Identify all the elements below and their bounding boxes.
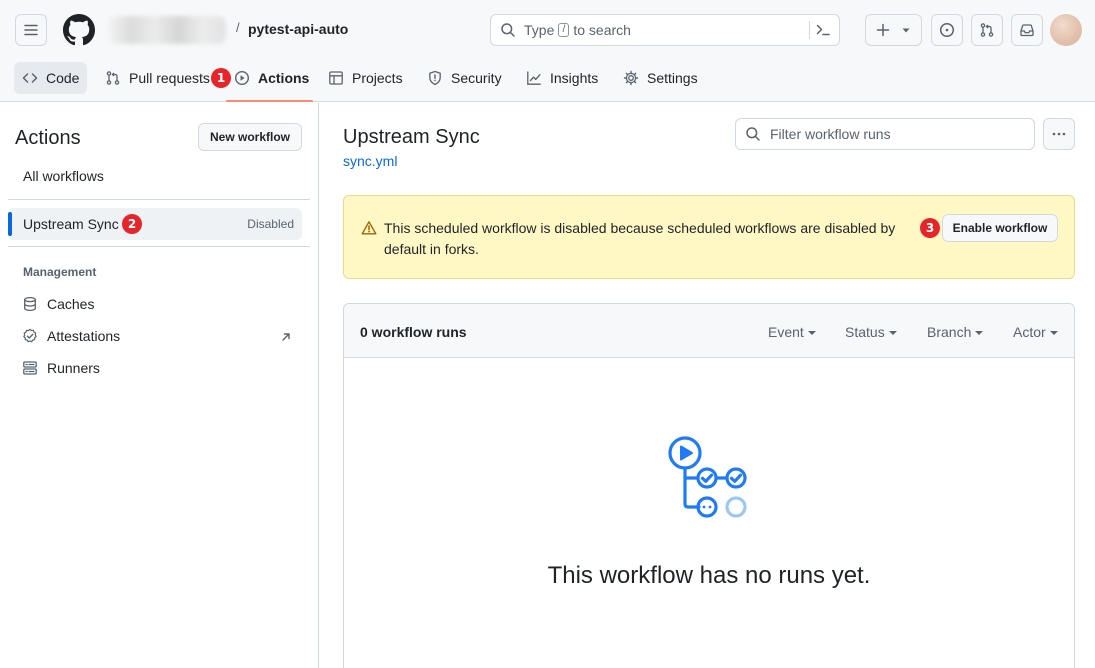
graph-icon xyxy=(527,71,541,85)
tab-actions-label: Actions xyxy=(258,70,310,86)
sidebar-item-label: Attestations xyxy=(47,328,121,344)
disabled-workflow-flash: This scheduled workflow is disabled beca… xyxy=(343,195,1075,279)
notifications-button[interactable] xyxy=(1011,14,1043,46)
sidebar-title: Actions xyxy=(15,127,81,149)
active-tab-underline xyxy=(226,100,313,102)
workflow-runs-panel: 0 workflow runs Event Status Branch Acto… xyxy=(343,303,1075,668)
tab-code-label: Code xyxy=(46,70,80,86)
search-icon xyxy=(746,127,760,141)
caret-down-icon xyxy=(807,331,816,335)
alert-triangle-icon xyxy=(361,221,377,235)
status-filter-dropdown[interactable]: Status xyxy=(845,324,897,340)
tab-pull-requests[interactable]: Pull requests xyxy=(97,62,218,94)
shield-icon xyxy=(429,70,441,86)
slash-key-hint: / xyxy=(558,23,570,37)
sidebar-item-label: Runners xyxy=(47,360,100,376)
event-filter-dropdown[interactable]: Event xyxy=(768,324,816,340)
repo-name-link[interactable]: pytest-api-auto xyxy=(248,21,348,37)
sidebar-item-label: Caches xyxy=(47,296,95,312)
caret-down-icon xyxy=(975,331,984,335)
tab-pull-requests-label: Pull requests xyxy=(129,70,210,86)
external-link-arrow-icon xyxy=(282,333,290,341)
hamburger-icon xyxy=(24,24,38,36)
verified-icon xyxy=(23,328,37,343)
workflow-runs-header: 0 workflow runs Event Status Branch Acto… xyxy=(344,304,1074,358)
management-heading: Management xyxy=(23,265,97,279)
play-icon xyxy=(234,70,250,86)
flash-message: This scheduled workflow is disabled beca… xyxy=(384,220,896,257)
top-bar: / pytest-api-auto Type / to search xyxy=(0,0,1095,60)
filter-placeholder: Filter workflow runs xyxy=(770,126,891,142)
tab-settings[interactable]: Settings xyxy=(615,62,706,94)
sidebar-item-attestations[interactable]: Attestations xyxy=(22,328,120,344)
annotation-marker-2: 2 xyxy=(122,214,142,234)
repo-navigation: Code Pull requests Actions Projects Secu… xyxy=(0,60,1095,102)
tab-settings-label: Settings xyxy=(647,70,698,86)
sidebar-divider xyxy=(8,199,310,200)
gear-icon xyxy=(623,70,639,86)
new-workflow-button[interactable]: New workflow xyxy=(198,123,302,151)
tab-projects-label: Projects xyxy=(352,70,403,86)
workflow-title: Upstream Sync xyxy=(343,126,480,148)
annotation-marker-3: 3 xyxy=(920,218,940,238)
blankslate-title: This workflow has no runs yet. xyxy=(547,562,871,589)
tab-security[interactable]: Security xyxy=(419,62,510,94)
database-icon xyxy=(24,296,36,312)
search-input[interactable]: Type / to search xyxy=(490,14,840,46)
plus-icon xyxy=(876,23,890,37)
actions-sidebar: Actions New workflow All workflows Upstr… xyxy=(0,103,319,668)
caret-down-icon xyxy=(1049,331,1058,335)
inbox-icon xyxy=(1020,24,1034,37)
branch-filter-dropdown[interactable]: Branch xyxy=(927,324,984,340)
sidebar-divider xyxy=(8,246,310,247)
sidebar-item-upstream-sync[interactable]: Upstream Sync Disabled xyxy=(8,208,302,240)
repo-owner-avatar-blurred[interactable] xyxy=(108,16,226,44)
issue-opened-icon xyxy=(939,22,955,38)
open-global-nav-button[interactable] xyxy=(15,14,47,46)
sidebar-item-all-workflows[interactable]: All workflows xyxy=(23,168,104,184)
annotation-marker-1: 1 xyxy=(211,68,231,88)
server-icon xyxy=(23,361,37,375)
table-icon xyxy=(329,71,343,85)
actor-filter-dropdown[interactable]: Actor xyxy=(1013,324,1058,340)
workflow-disabled-label: Disabled xyxy=(247,217,294,231)
workflow-file-link[interactable]: sync.yml xyxy=(343,153,397,169)
tab-security-label: Security xyxy=(451,70,502,86)
workflow-blankslate-icon xyxy=(668,436,747,518)
your-pull-requests-button[interactable] xyxy=(971,14,1003,46)
breadcrumb-separator: / xyxy=(236,20,240,35)
sidebar-item-runners[interactable]: Runners xyxy=(22,360,100,376)
workflow-runs-count: 0 workflow runs xyxy=(360,324,467,340)
tab-insights[interactable]: Insights xyxy=(518,62,606,94)
command-palette-icon[interactable] xyxy=(815,22,831,38)
active-indicator xyxy=(8,212,12,236)
kebab-horizontal-icon xyxy=(1052,132,1066,136)
your-issues-button[interactable] xyxy=(931,14,963,46)
caret-down-icon xyxy=(902,28,910,33)
search-placeholder: Type / to search xyxy=(524,22,631,38)
sidebar-item-caches[interactable]: Caches xyxy=(22,296,94,312)
tab-insights-label: Insights xyxy=(550,70,599,86)
git-pull-request-icon xyxy=(106,71,120,85)
tab-code[interactable]: Code xyxy=(14,62,88,94)
git-pull-request-icon xyxy=(980,23,994,37)
user-avatar[interactable] xyxy=(1050,14,1082,46)
tab-actions[interactable]: Actions xyxy=(226,62,317,94)
search-divider xyxy=(809,21,810,39)
workflow-more-options-button[interactable] xyxy=(1043,118,1075,150)
search-icon xyxy=(501,23,515,37)
code-icon xyxy=(22,73,38,83)
enable-workflow-button[interactable]: Enable workflow xyxy=(942,214,1058,242)
caret-down-icon xyxy=(888,331,897,335)
tab-projects[interactable]: Projects xyxy=(320,62,411,94)
github-logo-icon[interactable] xyxy=(63,14,95,46)
filter-workflow-runs-input[interactable]: Filter workflow runs xyxy=(735,118,1035,150)
create-new-button[interactable] xyxy=(865,14,922,46)
app-header: / pytest-api-auto Type / to search Code … xyxy=(0,0,1095,102)
sidebar-item-label: Upstream Sync xyxy=(23,216,119,232)
